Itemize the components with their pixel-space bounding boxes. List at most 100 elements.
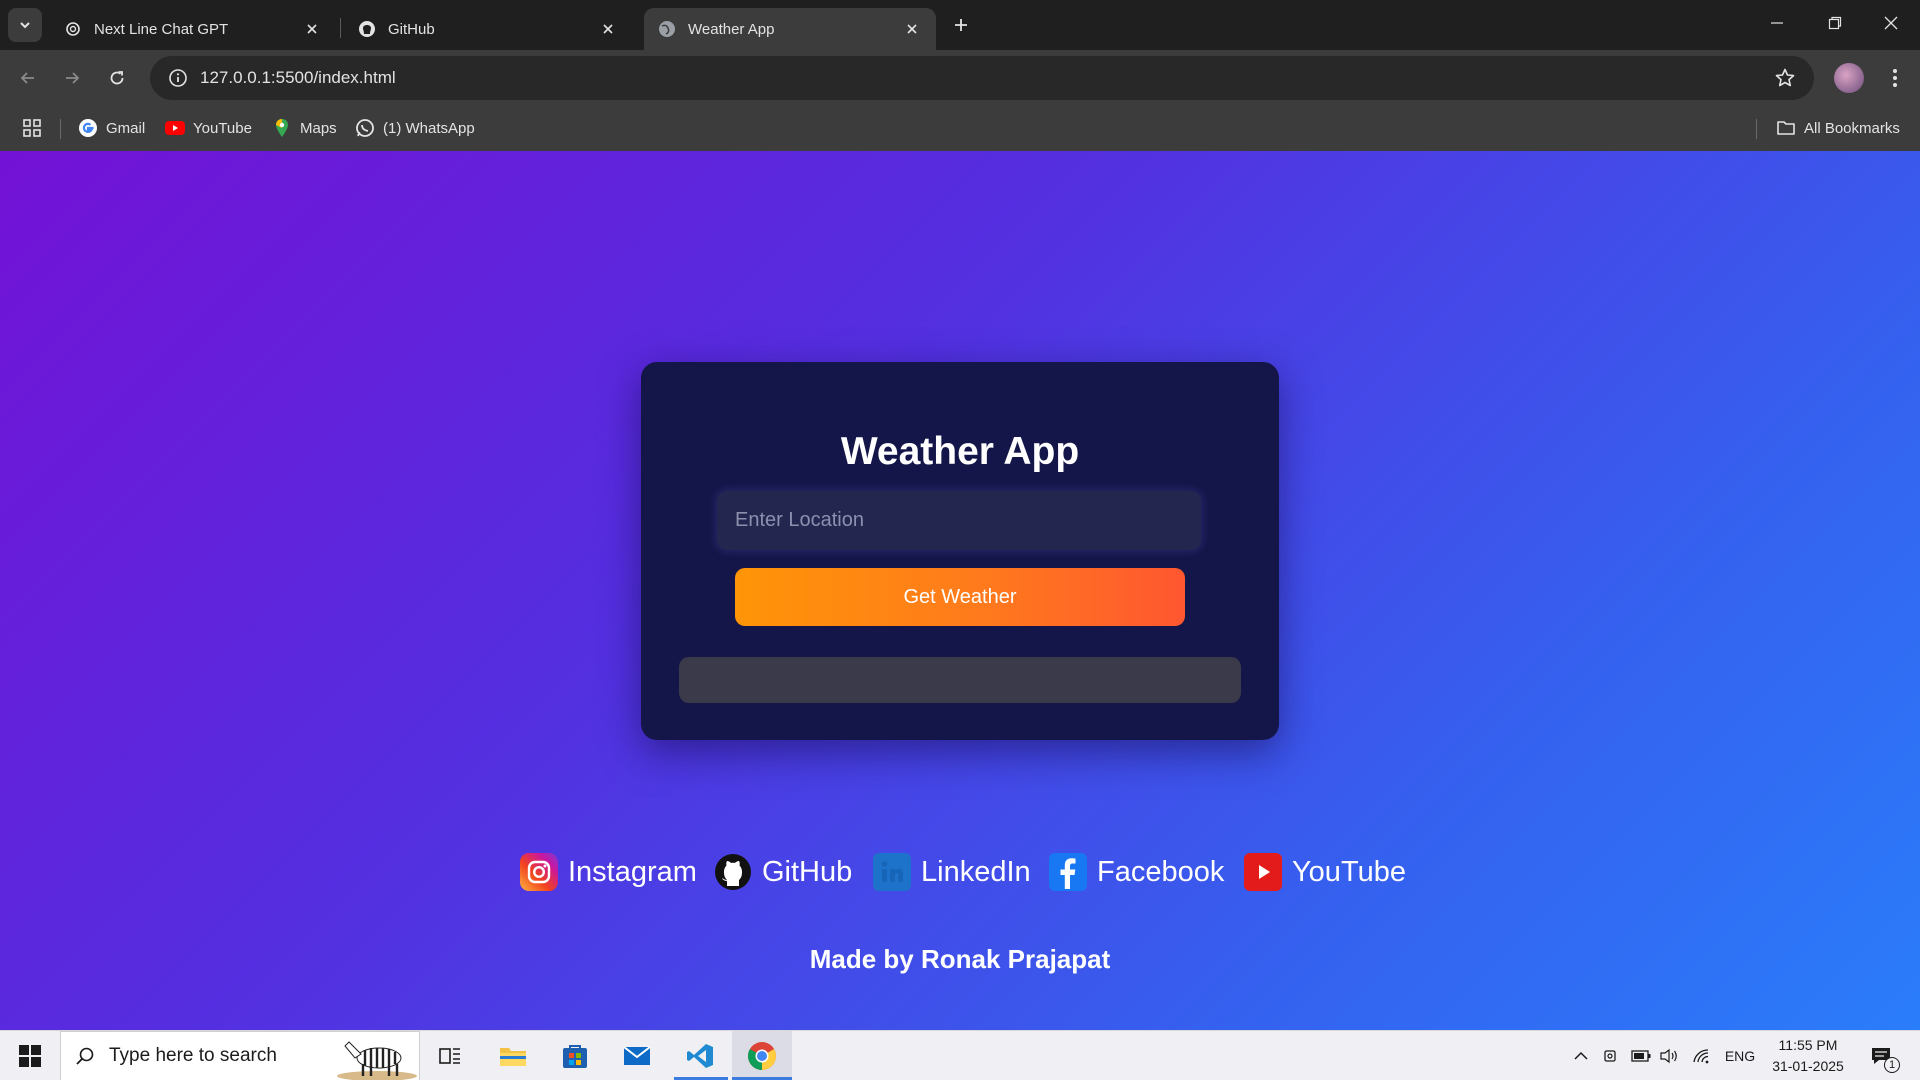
bookmark-youtube[interactable]: YouTube xyxy=(165,116,252,140)
bookmark-label: Gmail xyxy=(106,119,146,137)
youtube-label: YouTube xyxy=(1292,855,1406,888)
all-bookmarks-button[interactable]: All Bookmarks xyxy=(1776,116,1900,140)
bookmark-label: (1) WhatsApp xyxy=(383,119,475,137)
vscode-button[interactable] xyxy=(670,1031,730,1080)
tab-separator xyxy=(340,18,341,38)
show-hidden-icons-button[interactable] xyxy=(1568,1031,1594,1080)
browser-menu-button[interactable] xyxy=(1880,62,1910,94)
restore-button[interactable] xyxy=(1806,0,1864,46)
forward-button[interactable] xyxy=(56,62,88,94)
chevron-up-icon xyxy=(1574,1051,1588,1060)
tab-title: Weather App xyxy=(688,20,775,38)
mail-icon xyxy=(623,1046,651,1065)
task-view-button[interactable] xyxy=(420,1031,480,1080)
close-window-button[interactable] xyxy=(1862,0,1920,46)
file-explorer-button[interactable] xyxy=(483,1031,543,1080)
battery-icon xyxy=(1631,1050,1651,1062)
bookmarks-bar: Gmail YouTube Maps (1) WhatsApp All Book… xyxy=(0,106,1920,151)
notifications-button[interactable]: 1 xyxy=(1862,1031,1902,1080)
network-button[interactable] xyxy=(1688,1031,1716,1080)
browser-tab-strip: Next Line Chat GPT GitHub Weather App xyxy=(0,0,1920,50)
bookmark-label: YouTube xyxy=(193,119,252,137)
bookmark-separator xyxy=(1756,119,1757,139)
arrow-left-icon xyxy=(20,72,34,84)
bookmark-gmail[interactable]: Gmail xyxy=(78,116,145,140)
bookmark-whatsapp[interactable]: (1) WhatsApp xyxy=(355,116,475,140)
site-info-icon[interactable] xyxy=(156,68,200,88)
location-input[interactable] xyxy=(717,491,1201,550)
system-clock[interactable]: 11:55 PM 31-01-2025 xyxy=(1764,1035,1852,1077)
vscode-icon xyxy=(687,1044,713,1068)
maps-icon xyxy=(272,118,292,138)
facebook-link[interactable]: Facebook xyxy=(1049,847,1224,897)
folder-icon xyxy=(500,1048,526,1066)
bookmark-maps[interactable]: Maps xyxy=(272,116,337,140)
whatsapp-icon xyxy=(355,118,375,138)
browser-toolbar: 127.0.0.1:5500/index.html xyxy=(0,50,1920,106)
tab-next-line-chat-gpt[interactable]: Next Line Chat GPT xyxy=(50,8,336,50)
credit-text: Made by Ronak Prajapat xyxy=(809,944,1111,974)
linkedin-icon xyxy=(873,853,911,891)
github-icon xyxy=(358,20,376,38)
start-button[interactable] xyxy=(0,1031,60,1080)
weather-card: Weather App Get Weather xyxy=(641,362,1279,740)
chrome-icon xyxy=(748,1042,776,1070)
url-text: 127.0.0.1:5500/index.html xyxy=(200,68,396,87)
close-tab-icon[interactable] xyxy=(902,19,922,39)
tab-title: Next Line Chat GPT xyxy=(94,20,229,38)
battery-button[interactable] xyxy=(1628,1031,1654,1080)
youtube-icon xyxy=(165,118,185,138)
zebra-illustration xyxy=(337,1041,417,1080)
address-bar[interactable]: 127.0.0.1:5500/index.html xyxy=(150,56,1814,100)
facebook-label: Facebook xyxy=(1097,855,1225,888)
social-links: Instagram GitHub LinkedIn Facebook YouTu xyxy=(0,847,1920,897)
globe-icon xyxy=(658,20,676,38)
mail-button[interactable] xyxy=(607,1031,667,1080)
microsoft-store-button[interactable] xyxy=(545,1031,605,1080)
search-placeholder: Type here to search xyxy=(109,1045,277,1066)
apps-grid-icon xyxy=(23,119,41,137)
instagram-icon xyxy=(520,853,558,891)
weather-result-box xyxy=(679,657,1241,703)
youtube-icon xyxy=(1244,853,1282,891)
tab-search-button[interactable] xyxy=(8,8,42,42)
page-viewport: Weather App Get Weather Instagram GitHub… xyxy=(0,151,1920,1030)
store-icon xyxy=(563,1045,587,1068)
profile-avatar[interactable] xyxy=(1834,63,1864,93)
new-tab-button[interactable] xyxy=(948,12,974,38)
close-tab-icon[interactable] xyxy=(598,19,618,39)
meet-now-button[interactable] xyxy=(1598,1031,1624,1080)
tab-title: GitHub xyxy=(388,20,435,38)
chrome-button[interactable] xyxy=(732,1031,792,1080)
apps-button[interactable] xyxy=(22,116,42,140)
speaker-icon xyxy=(1660,1048,1677,1064)
wifi-icon xyxy=(1693,1049,1709,1064)
minimize-button[interactable] xyxy=(1748,0,1806,46)
all-bookmarks-label: All Bookmarks xyxy=(1804,119,1900,137)
facebook-icon xyxy=(1049,853,1087,891)
bookmark-label: Maps xyxy=(300,119,337,137)
camera-icon xyxy=(1604,1050,1616,1062)
github-link[interactable]: GitHub xyxy=(714,847,852,897)
plus-icon xyxy=(955,19,967,31)
clock-date: 31-01-2025 xyxy=(1772,1058,1844,1074)
input-language[interactable]: ENG xyxy=(1720,1031,1760,1080)
volume-button[interactable] xyxy=(1656,1031,1682,1080)
bookmark-separator xyxy=(60,119,61,139)
github-icon xyxy=(714,853,752,891)
youtube-link[interactable]: YouTube xyxy=(1244,847,1406,897)
taskbar-search[interactable]: Type here to search xyxy=(60,1031,420,1080)
instagram-link[interactable]: Instagram xyxy=(520,847,697,897)
windows-taskbar: Type here to search ENG 11:55 PM 31-01-2… xyxy=(0,1030,1920,1080)
back-button[interactable] xyxy=(12,62,44,94)
reload-button[interactable] xyxy=(101,62,133,94)
close-tab-icon[interactable] xyxy=(302,19,322,39)
instagram-label: Instagram xyxy=(568,855,697,888)
minimize-icon xyxy=(1771,22,1783,24)
tab-weather-app[interactable]: Weather App xyxy=(644,8,936,50)
get-weather-button[interactable]: Get Weather xyxy=(735,568,1185,626)
linkedin-link[interactable]: LinkedIn xyxy=(873,847,1031,897)
notification-count: 1 xyxy=(1884,1057,1900,1073)
tab-github[interactable]: GitHub xyxy=(344,8,632,50)
bookmark-star-icon[interactable] xyxy=(1774,67,1796,94)
